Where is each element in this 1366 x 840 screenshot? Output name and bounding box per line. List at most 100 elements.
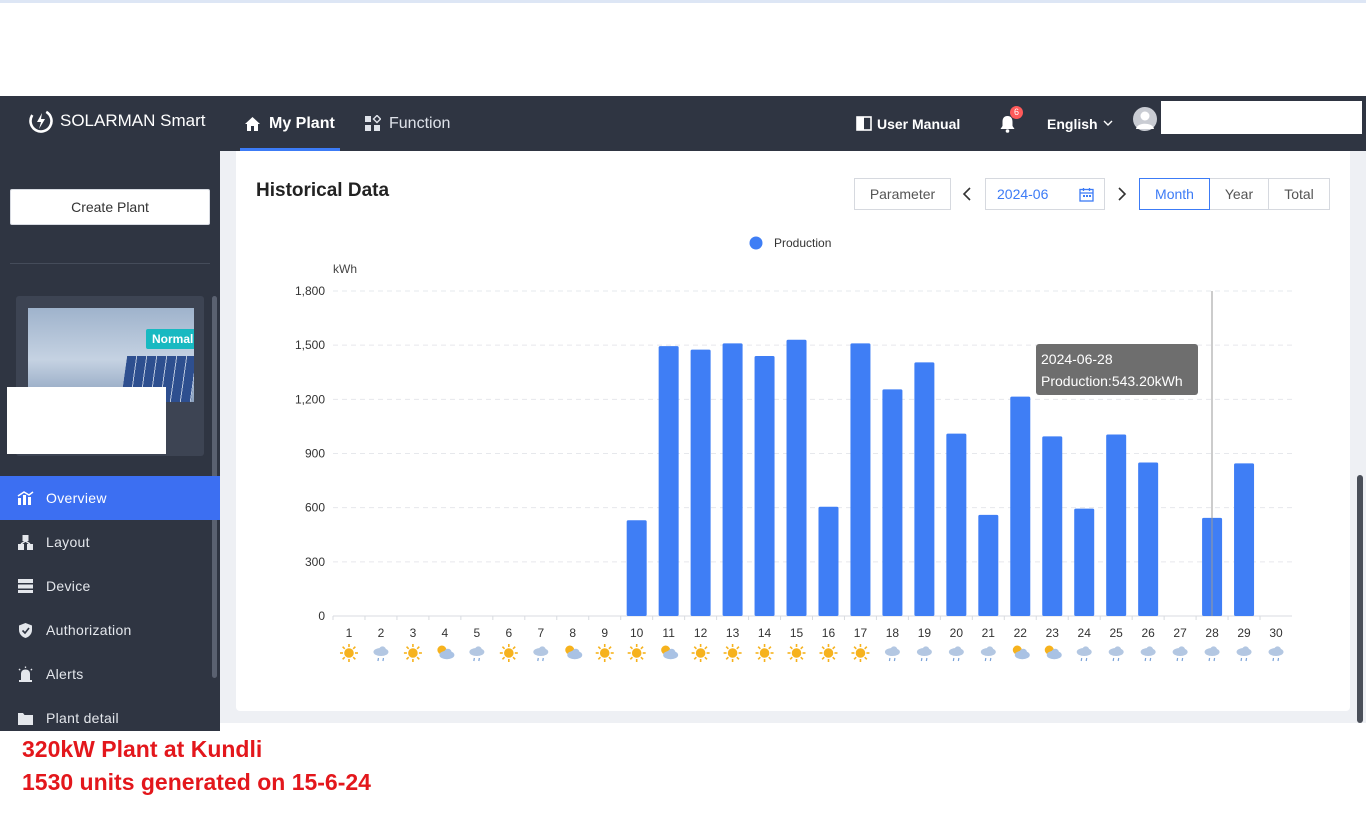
x-tick-label: 3 bbox=[410, 626, 417, 640]
notification-button[interactable] bbox=[999, 96, 1016, 151]
avatar[interactable] bbox=[1133, 107, 1157, 131]
bar-19 bbox=[914, 362, 935, 616]
sunny-weather-icon bbox=[499, 644, 518, 662]
y-axis-unit: kWh bbox=[333, 262, 357, 276]
bar-11 bbox=[658, 346, 679, 616]
sidebar-item-alerts[interactable]: Alerts bbox=[0, 652, 220, 696]
y-tick-label: 1,200 bbox=[295, 392, 325, 406]
user-icon bbox=[1136, 111, 1154, 129]
historical-data-card: Historical Data Parameter 2024-06 Month … bbox=[236, 151, 1350, 711]
tab-month[interactable]: Month bbox=[1139, 178, 1210, 210]
y-tick-label: 600 bbox=[305, 501, 325, 515]
rain-weather-icon bbox=[469, 646, 485, 662]
user-manual-link[interactable]: User Manual bbox=[856, 96, 960, 151]
sidebar-item-label: Layout bbox=[46, 534, 90, 550]
y-tick-label: 300 bbox=[305, 555, 325, 569]
sidebar-item-layout[interactable]: Layout bbox=[0, 520, 220, 564]
sidebar: Create Plant Normal Overview Layout Devi… bbox=[0, 151, 220, 731]
rain-weather-icon bbox=[1204, 646, 1220, 662]
bar-26 bbox=[1138, 462, 1159, 616]
x-tick-label: 25 bbox=[1110, 626, 1124, 640]
bar-25 bbox=[1106, 434, 1127, 616]
sunny-weather-icon bbox=[851, 644, 870, 662]
sidebar-divider bbox=[10, 263, 210, 264]
nav-function[interactable]: Function bbox=[364, 96, 450, 151]
user-name-redacted bbox=[1161, 101, 1362, 134]
y-tick-label: 900 bbox=[305, 447, 325, 461]
rain-weather-icon bbox=[916, 646, 932, 662]
x-tick-label: 5 bbox=[474, 626, 481, 640]
bar-10 bbox=[626, 520, 647, 616]
bar-20 bbox=[946, 433, 967, 616]
function-grid-icon bbox=[364, 115, 381, 132]
annotation-overlay: 320kW Plant at Kundli 1530 units generat… bbox=[22, 733, 371, 799]
rain-weather-icon bbox=[1108, 646, 1124, 662]
sunny-weather-icon bbox=[787, 644, 806, 662]
layout-icon bbox=[16, 533, 34, 551]
sidebar-item-device[interactable]: Device bbox=[0, 564, 220, 608]
tooltip-value: Production:543.20kWh bbox=[1041, 373, 1183, 389]
x-tick-label: 19 bbox=[918, 626, 932, 640]
nav-my-plant[interactable]: My Plant bbox=[244, 96, 335, 151]
rain-weather-icon bbox=[1076, 646, 1092, 662]
sunny-weather-icon bbox=[691, 644, 710, 662]
y-tick-label: 1,800 bbox=[295, 284, 325, 298]
x-tick-label: 18 bbox=[886, 626, 900, 640]
x-tick-label: 9 bbox=[601, 626, 608, 640]
sidebar-item-overview[interactable]: Overview bbox=[0, 476, 220, 520]
annotation-line-2: 1530 units generated on 15-6-24 bbox=[22, 769, 371, 795]
sunny-weather-icon bbox=[403, 644, 422, 662]
sidebar-item-authorization[interactable]: Authorization bbox=[0, 608, 220, 652]
sunny-weather-icon bbox=[723, 644, 742, 662]
x-tick-label: 17 bbox=[854, 626, 868, 640]
x-tick-label: 16 bbox=[822, 626, 836, 640]
x-tick-label: 21 bbox=[982, 626, 996, 640]
language-selector[interactable]: English bbox=[1047, 96, 1113, 151]
sunny-weather-icon bbox=[339, 644, 358, 662]
top-strip bbox=[0, 0, 1366, 99]
rain-weather-icon bbox=[1140, 646, 1156, 662]
sidebar-item-label: Overview bbox=[46, 490, 107, 506]
x-tick-label: 20 bbox=[950, 626, 964, 640]
y-tick-label: 1,500 bbox=[295, 338, 325, 352]
bar-18 bbox=[882, 389, 903, 616]
rain-weather-icon bbox=[1268, 646, 1284, 662]
bar-24 bbox=[1074, 508, 1095, 616]
rain-weather-icon bbox=[1172, 646, 1188, 662]
language-label: English bbox=[1047, 115, 1098, 132]
x-tick-label: 27 bbox=[1173, 626, 1187, 640]
x-tick-label: 22 bbox=[1014, 626, 1028, 640]
book-icon bbox=[856, 116, 872, 131]
production-bar-chart: 03006009001,2001,5001,800 1 2 3 4 5 6 7 8 9 10 11 1… bbox=[295, 236, 1292, 662]
bar-22 bbox=[1010, 396, 1031, 616]
sidebar-item-label: Alerts bbox=[46, 666, 84, 682]
cloudy-weather-icon bbox=[565, 645, 583, 660]
x-tick-label: 28 bbox=[1205, 626, 1219, 640]
user-manual-label: User Manual bbox=[877, 115, 961, 132]
cloudy-weather-icon bbox=[437, 645, 455, 660]
bar-13 bbox=[722, 343, 743, 616]
top-navbar: SOLARMAN Smart My Plant Function User Ma… bbox=[0, 96, 1366, 151]
x-tick-label: 4 bbox=[442, 626, 449, 640]
rain-weather-icon bbox=[1236, 646, 1252, 662]
brand-logo[interactable]: SOLARMAN Smart bbox=[28, 106, 205, 136]
x-tick-label: 10 bbox=[630, 626, 644, 640]
x-tick-label: 23 bbox=[1046, 626, 1060, 640]
page-scrollbar[interactable] bbox=[1357, 475, 1363, 723]
x-tick-label: 7 bbox=[537, 626, 544, 640]
cloudy-weather-icon bbox=[661, 645, 679, 660]
legend-marker[interactable] bbox=[749, 236, 763, 250]
bar-17 bbox=[850, 343, 871, 616]
x-tick-label: 26 bbox=[1141, 626, 1155, 640]
create-plant-button[interactable]: Create Plant bbox=[10, 189, 210, 225]
x-tick-label: 24 bbox=[1078, 626, 1092, 640]
bar-12 bbox=[690, 349, 711, 616]
x-tick-label: 8 bbox=[569, 626, 576, 640]
x-tick-label: 2 bbox=[378, 626, 385, 640]
sidebar-item-label: Authorization bbox=[46, 622, 132, 638]
x-tick-label: 12 bbox=[694, 626, 708, 640]
tooltip-date: 2024-06-28 bbox=[1041, 351, 1113, 367]
x-tick-label: 30 bbox=[1269, 626, 1283, 640]
folder-icon bbox=[16, 709, 34, 727]
rain-weather-icon bbox=[948, 646, 964, 662]
